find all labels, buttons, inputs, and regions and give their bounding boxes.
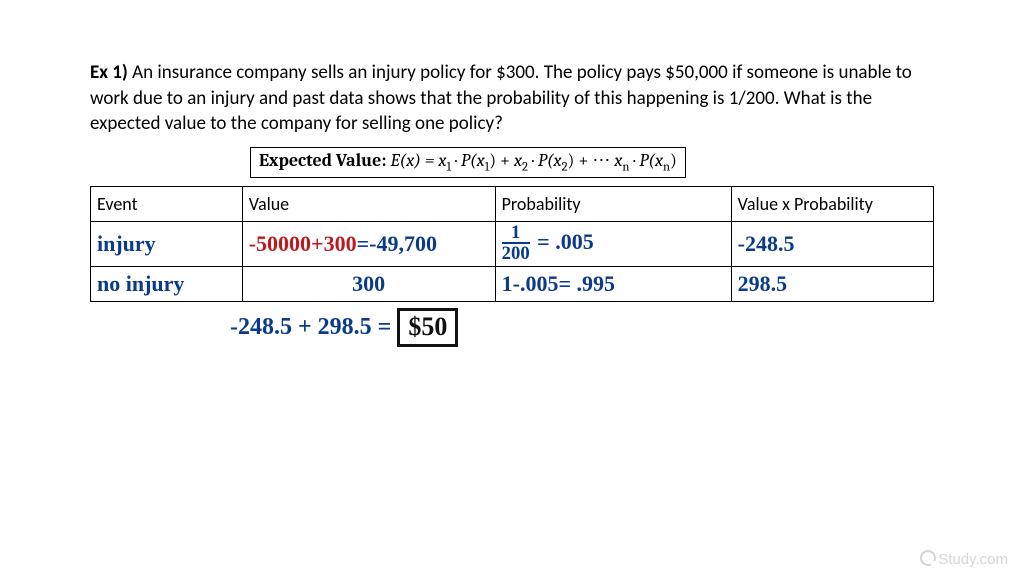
example-label: Ex 1) [90,61,128,84]
col-value-times-prob: Value x Probability [731,186,933,221]
cell-event: no injury [97,271,184,296]
cell-value-result: -49,700 [369,231,437,256]
cell-prob: 1 200 = .005 [502,229,594,254]
expected-value-formula: Expected Value: E(x) = x1 · P(x1) + x2 ·… [250,147,686,178]
cell-value-result: 300 [352,271,385,296]
table-row: no injury 300 1-.005= .995 298.5 [91,266,934,301]
cell-vp: 298.5 [738,271,788,296]
problem-text: An insurance company sells an injury pol… [90,61,912,135]
cell-vp: -248.5 [738,231,795,256]
cell-value-eq: = [357,231,370,256]
formula-expression: E(x) = x1 · P(x1) + x2 · P(x2) + ⋯ xn · … [390,150,677,171]
final-calculation: -248.5 + 298.5 = $50 [230,308,934,347]
cell-event: injury [97,231,156,256]
table-header-row: Event Value Probability Value x Probabil… [91,186,934,221]
calc-lhs: -248.5 + 298.5 = [230,314,391,341]
page: Ex 1) An insurance company sells an inju… [0,0,1024,347]
watermark-text: Study.com [938,551,1008,568]
logo-icon [920,550,936,566]
col-event: Event [91,186,243,221]
formula-label: Expected Value: [259,150,386,171]
table-row: injury -50000+300=-49,700 1 200 = .005 -… [91,221,934,266]
watermark: Study.com [920,550,1008,568]
fraction-icon: 1 200 [502,224,530,264]
col-value: Value [242,186,495,221]
col-probability: Probability [495,186,731,221]
expected-value-table: Event Value Probability Value x Probabil… [90,186,934,302]
answer-box: $50 [397,308,458,347]
cell-prob: 1-.005= .995 [502,271,615,296]
cell-value-calc: -50000+300 [249,231,357,256]
problem-statement: Ex 1) An insurance company sells an inju… [90,60,934,137]
